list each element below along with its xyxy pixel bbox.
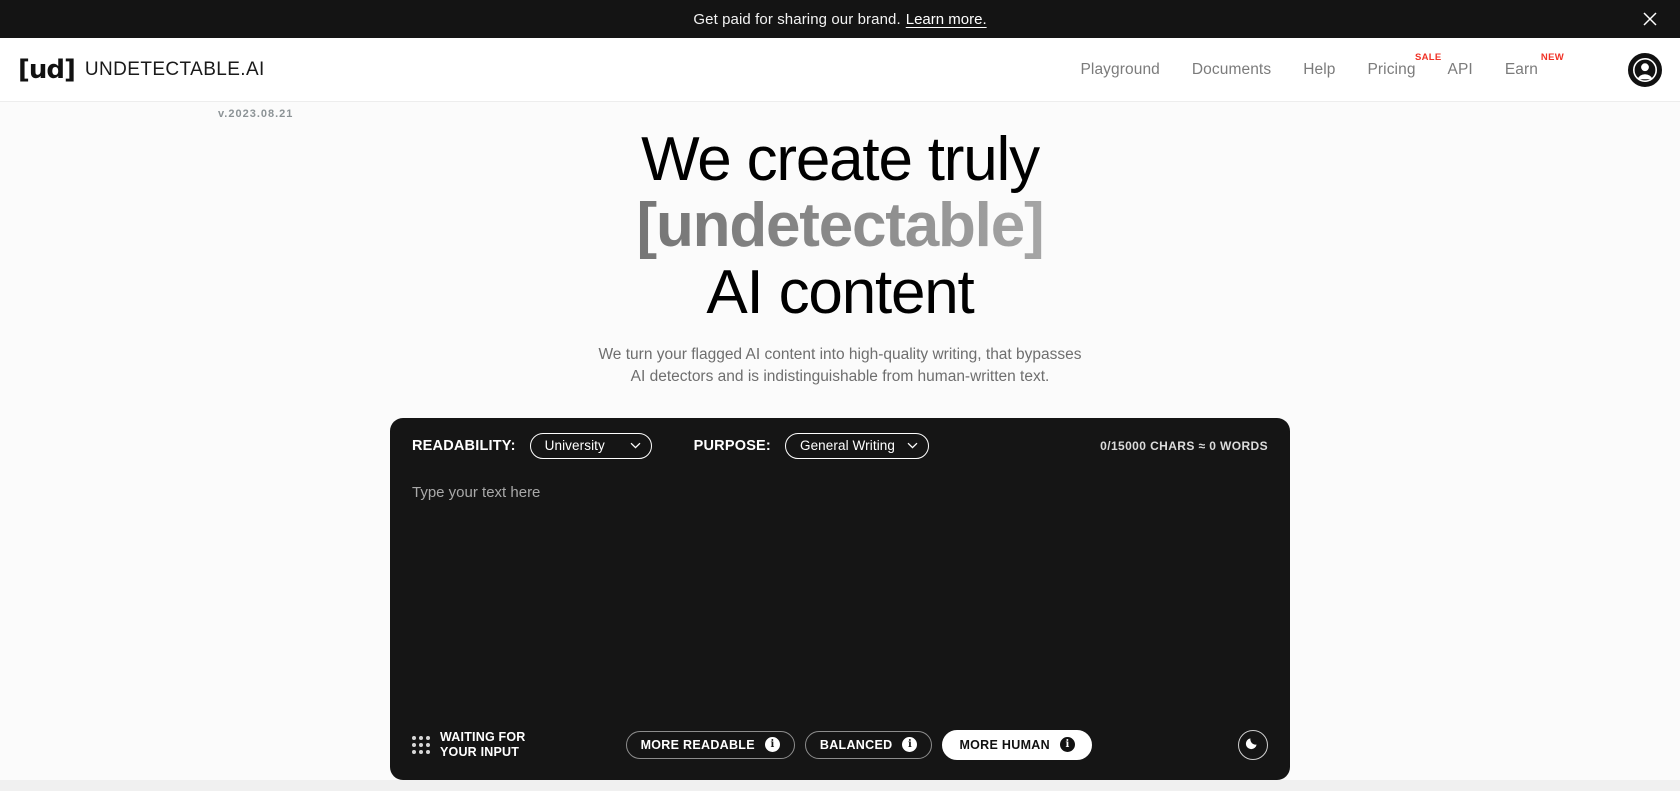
- hero-line-3: AI content: [706, 257, 974, 327]
- readability-value: University: [544, 438, 605, 454]
- dark-mode-toggle[interactable]: [1238, 729, 1268, 760]
- promo-banner-learn-more-link[interactable]: Learn more.: [906, 11, 987, 28]
- version-label: v.2023.08.21: [218, 108, 294, 120]
- hero-section: We create truly [undetectable] AI conten…: [0, 124, 1680, 388]
- page-bottom-strip: [0, 780, 1680, 791]
- dot-grid-icon: [412, 735, 430, 754]
- purpose-select[interactable]: General Writing: [784, 432, 930, 459]
- hero-subtitle-line-2: AI detectors and is indistinguishable fr…: [630, 367, 1050, 385]
- info-icon[interactable]: i: [764, 737, 780, 753]
- mode-label: BALANCED: [819, 737, 893, 752]
- status-line-1: WAITING FOR: [440, 730, 526, 745]
- main-nav: Playground Documents Help Pricing SALE A…: [1080, 52, 1662, 87]
- mode-more-human-button[interactable]: MORE HUMAN i: [942, 729, 1092, 760]
- editor-wrapper: READABILITY: University PURPOSE: General…: [0, 417, 1680, 780]
- moon-icon: [1245, 734, 1261, 755]
- hero-line-2-undetectable: [undetectable]: [0, 191, 1680, 260]
- mode-label: MORE READABLE: [640, 737, 755, 752]
- nav-item-api[interactable]: API: [1448, 61, 1473, 79]
- status-text: WAITING FOR YOUR INPUT: [440, 730, 526, 760]
- version-row: v.2023.08.21: [0, 102, 1680, 124]
- promo-banner: Get paid for sharing our brand. Learn mo…: [0, 0, 1680, 38]
- close-icon[interactable]: [1638, 7, 1662, 31]
- nav-label: API: [1447, 60, 1473, 78]
- nav-item-earn[interactable]: Earn NEW: [1504, 52, 1564, 79]
- brand-logo[interactable]: [ud] UNDETECTABLE.AI: [18, 57, 265, 83]
- logo-wordmark: UNDETECTABLE.AI: [84, 58, 265, 80]
- site-header: [ud] UNDETECTABLE.AI Playground Document…: [0, 38, 1680, 102]
- nav-label: Playground: [1080, 60, 1160, 78]
- hero-subtitle-line-1: We turn your flagged AI content into hig…: [598, 345, 1082, 363]
- status-line-2: YOUR INPUT: [440, 744, 520, 759]
- purpose-label: PURPOSE:: [693, 437, 771, 454]
- nav-item-documents[interactable]: Documents: [1192, 61, 1271, 79]
- nav-label: Pricing: [1367, 60, 1416, 78]
- mode-group: MORE READABLE i BALANCED i MORE HUMAN i: [625, 729, 1092, 760]
- readability-select[interactable]: University: [529, 432, 652, 459]
- page-title: We create truly [undetectable] AI conten…: [0, 128, 1680, 324]
- character-count: 0/15000 CHARS ≈ 0 WORDS: [1100, 438, 1268, 453]
- mode-label: MORE HUMAN: [959, 737, 1050, 752]
- info-icon[interactable]: i: [1059, 737, 1075, 753]
- readability-label: READABILITY:: [412, 437, 516, 454]
- new-badge: NEW: [1540, 51, 1564, 63]
- chevron-down-icon: [907, 442, 918, 449]
- nav-label: Earn: [1504, 60, 1538, 78]
- nav-item-playground[interactable]: Playground: [1080, 61, 1159, 79]
- status-block: WAITING FOR YOUR INPUT: [412, 730, 526, 760]
- editor-footer: WAITING FOR YOUR INPUT MORE READABLE i B…: [390, 710, 1290, 780]
- text-input[interactable]: [412, 481, 1268, 710]
- mode-balanced-button[interactable]: BALANCED i: [804, 730, 933, 759]
- hero-subtitle: We turn your flagged AI content into hig…: [0, 344, 1680, 388]
- sale-badge: SALE: [1415, 51, 1442, 63]
- purpose-value: General Writing: [799, 438, 896, 454]
- chevron-down-icon: [630, 442, 641, 449]
- hero-line-1: We create truly: [641, 125, 1040, 194]
- editor-panel: READABILITY: University PURPOSE: General…: [390, 417, 1290, 780]
- promo-banner-text: Get paid for sharing our brand.: [693, 10, 901, 28]
- info-icon[interactable]: i: [902, 737, 918, 753]
- logo-mark: [ud]: [18, 54, 76, 85]
- mode-more-readable-button[interactable]: MORE READABLE i: [625, 730, 795, 759]
- editor-text-area-container: [390, 474, 1290, 710]
- nav-item-help[interactable]: Help: [1303, 61, 1335, 79]
- nav-item-pricing[interactable]: Pricing SALE: [1367, 52, 1441, 79]
- nav-label: Help: [1303, 60, 1336, 78]
- nav-label: Documents: [1191, 60, 1272, 78]
- user-avatar-icon[interactable]: [1628, 52, 1662, 87]
- editor-toolbar: READABILITY: University PURPOSE: General…: [390, 418, 1290, 474]
